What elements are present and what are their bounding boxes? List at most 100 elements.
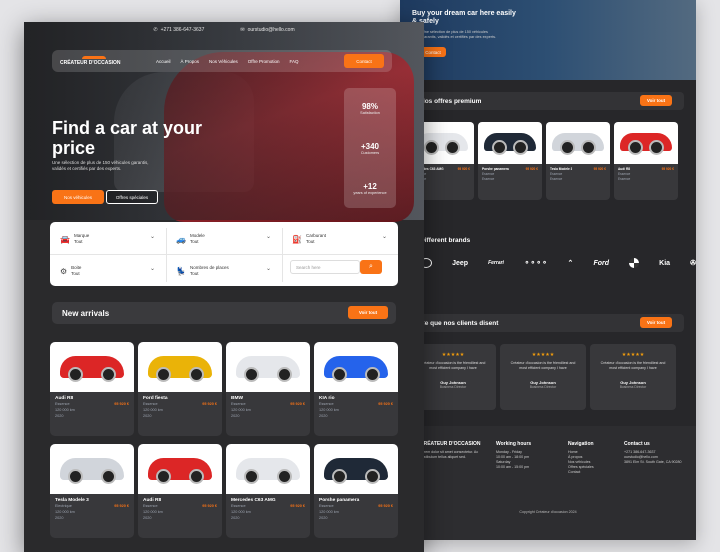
testimonials-title: Ce que nos clients disent (420, 319, 499, 327)
car-image (314, 444, 398, 494)
vehicles-button[interactable]: Nos véhicules (52, 190, 104, 204)
footer-logo: CRÉATEUR D'OCCASION (420, 441, 481, 447)
filter-field-carburant[interactable]: ⛽ Carburant Tout ⌄ (282, 224, 398, 254)
chevron-down-icon: ⌄ (266, 266, 272, 272)
filter-field-marque[interactable]: 🚘 Marque Tout ⌄ (50, 224, 166, 254)
back-hero-subtitle: Une sélection de plus de 150 véhicules g… (422, 30, 497, 39)
car-year: 2020 (319, 414, 328, 418)
car-name: Audi R8 (143, 498, 162, 503)
audi-logo-icon: ⚬⚬⚬⚬ (524, 260, 548, 267)
topbar-phone[interactable]: ✆ +271 386-647-3637 (153, 27, 204, 33)
kia-logo-icon: Kia (659, 259, 671, 267)
car-card[interactable]: BMW Essence 95 920 €120 000 km 2020 (226, 342, 310, 436)
footer-contact: Contact us +271 386-647-3637 ourstudio@h… (624, 442, 690, 465)
premium-car-card[interactable]: Porshe panamera 95 920 € Essence Essence (478, 122, 542, 200)
car-card[interactable]: Audi R8 Essence 95 920 €120 000 km 2020 (138, 444, 222, 538)
car-year: 2020 (319, 516, 328, 520)
testimonial-quote: Créateur d'occasion is the friendliest a… (600, 361, 666, 370)
filter-value: Tout (189, 271, 199, 276)
testimonials-see-all-button[interactable]: Voir tout (640, 317, 672, 328)
car-name: Porshe panamera (319, 498, 360, 503)
search-filter-panel: 🚘 Marque Tout ⌄ 🚙 Modele Tout ⌄ ⛽ Carburant Tout ⌄ ⚙… (50, 222, 398, 286)
testimonial-role: Business Director (529, 385, 557, 390)
contact-button[interactable]: Contact (344, 54, 384, 68)
car-name: Mercedes C63 AMG (231, 498, 276, 503)
hero-section: ✆ +271 386-647-3637 ✉ ourstudio@hello.com … (24, 22, 424, 222)
filter-field-boite[interactable]: ⚙ Boite Tout ⌄ (50, 256, 166, 286)
nav-link-faq[interactable]: FAQ (289, 59, 298, 64)
car-card[interactable]: Ford fiesta Essence 95 920 €120 000 km 2020 (138, 342, 222, 436)
car-name: Ford fiesta (143, 396, 168, 401)
car-year: 2020 (55, 516, 64, 520)
car-price: 95 920 € (593, 167, 606, 171)
car-card[interactable]: Mercedes C63 AMG Essence 95 920 €120 000 k… (226, 444, 310, 538)
filter-field-nombres-de-places[interactable]: 💺 Nombres de places Tout ⌄ (166, 256, 282, 286)
car-year: 2020 (231, 414, 240, 418)
footer-contact-title: Contact us (624, 441, 650, 447)
search-input[interactable]: Search here (290, 260, 360, 274)
car-price: 95 920 € (378, 402, 393, 406)
stat-label: Satisfaction (360, 110, 380, 115)
mail-icon: ✉ (240, 27, 245, 33)
ford-logo-icon: Ford (593, 259, 610, 267)
nav-link-a-propos[interactable]: À Propos (181, 59, 200, 64)
footer-nav-title: Navigation (568, 441, 594, 447)
jeep-logo-icon: Jeep (452, 259, 469, 267)
premium-car-card[interactable]: Tesla Modele 3 95 920 € Essence Essence (546, 122, 610, 200)
stat-customers: +340 Customers (361, 142, 379, 155)
topbar-email[interactable]: ✉ ourstudio@hello.com (240, 27, 294, 33)
nav-link-offre[interactable]: Offre Promotion (248, 59, 280, 64)
footer-hours: Working hours Monday - Friday 10:00 am -… (496, 442, 558, 470)
car-card[interactable]: Tesla Modele 3 Electrique 95 920 €120 000 … (50, 444, 134, 538)
new-arrivals-title: New arrivals (62, 308, 110, 318)
car-card[interactable]: KIA rio Essence 95 920 €120 000 km 2020 (314, 342, 398, 436)
testimonial-card: ★★★★★ Créateur d'occasion is the friendli… (500, 344, 586, 410)
stats-panel: 98% Satisfaction +340 Customers +12 years o… (344, 88, 396, 208)
chevron-down-icon: ⌄ (150, 266, 156, 272)
new-arrivals-header: New arrivals Voir tout (52, 302, 396, 324)
filter-field-modele[interactable]: 🚙 Modele Tout ⌄ (166, 224, 282, 254)
star-rating-icon: ★★★★★ (531, 352, 555, 358)
front-page: ✆ +271 386-647-3637 ✉ ourstudio@hello.com … (24, 22, 424, 552)
back-hero: Buy your dream car here easily & safely … (400, 0, 696, 80)
car-image (226, 342, 310, 392)
car-price: 95 920 € (378, 504, 393, 508)
car-price: 95 920 € (114, 402, 129, 406)
back-page: Buy your dream car here easily & safely … (400, 0, 696, 540)
car-image (50, 444, 134, 494)
footer-hours-line: 10:00 am - 15:00 pm (496, 465, 530, 469)
car-card[interactable]: Porshe panamera Essence 95 920 €120 000 km… (314, 444, 398, 538)
car-price: 95 920 € (290, 402, 305, 406)
premium-see-all-button[interactable]: Voir tout (640, 95, 672, 106)
filter-value: Tout (189, 239, 199, 244)
footer-nav-link[interactable]: Contact (568, 470, 620, 475)
search-button[interactable]: ⌕ (360, 260, 382, 274)
filter-value: Tout (305, 239, 315, 244)
car-image (138, 444, 222, 494)
star-rating-icon: ★★★★★ (621, 352, 645, 358)
car-name: KIA rio (319, 396, 335, 401)
testimonial-card: ★★★★★ Créateur d'occasion is the friendli… (590, 344, 676, 410)
nav-link-vehicules[interactable]: Nos Véhicules (209, 59, 238, 64)
car-name: Tesla Modele 3 (55, 498, 89, 503)
stat-label: Customers (360, 150, 380, 155)
filter-label: Nombres de places (189, 265, 229, 270)
logo[interactable]: CRÉATEUR D'OCCASION (60, 56, 138, 66)
chevron-down-icon: ⌄ (150, 234, 156, 240)
premium-car-card[interactable]: Audi R8 95 920 € Essence Essence (614, 122, 678, 200)
special-offers-button[interactable]: Offres spéciales (106, 190, 158, 204)
citroen-logo-icon: ⌃ (567, 260, 574, 267)
brands-title: Different brands (420, 237, 471, 244)
nav-link-accueil[interactable]: Accueil (156, 59, 171, 64)
car-side-icon: 🚙 (176, 234, 186, 244)
filter-label: Carburant (305, 233, 326, 238)
ferrari-logo-icon: Ferrari (488, 260, 504, 266)
seat-icon: 💺 (176, 266, 186, 276)
copyright: Copyright Créateur d'occasion 2024 (519, 510, 577, 514)
new-arrivals-see-all-button[interactable]: Voir tout (348, 306, 388, 319)
filter-label: Boite (71, 265, 82, 270)
car-name: Audi R8 (55, 396, 74, 401)
filter-value: Tout (71, 271, 80, 276)
hero-title: Find a car at your price (52, 118, 203, 158)
car-card[interactable]: Audi R8 Essence 95 920 €120 000 km 2020 (50, 342, 134, 436)
